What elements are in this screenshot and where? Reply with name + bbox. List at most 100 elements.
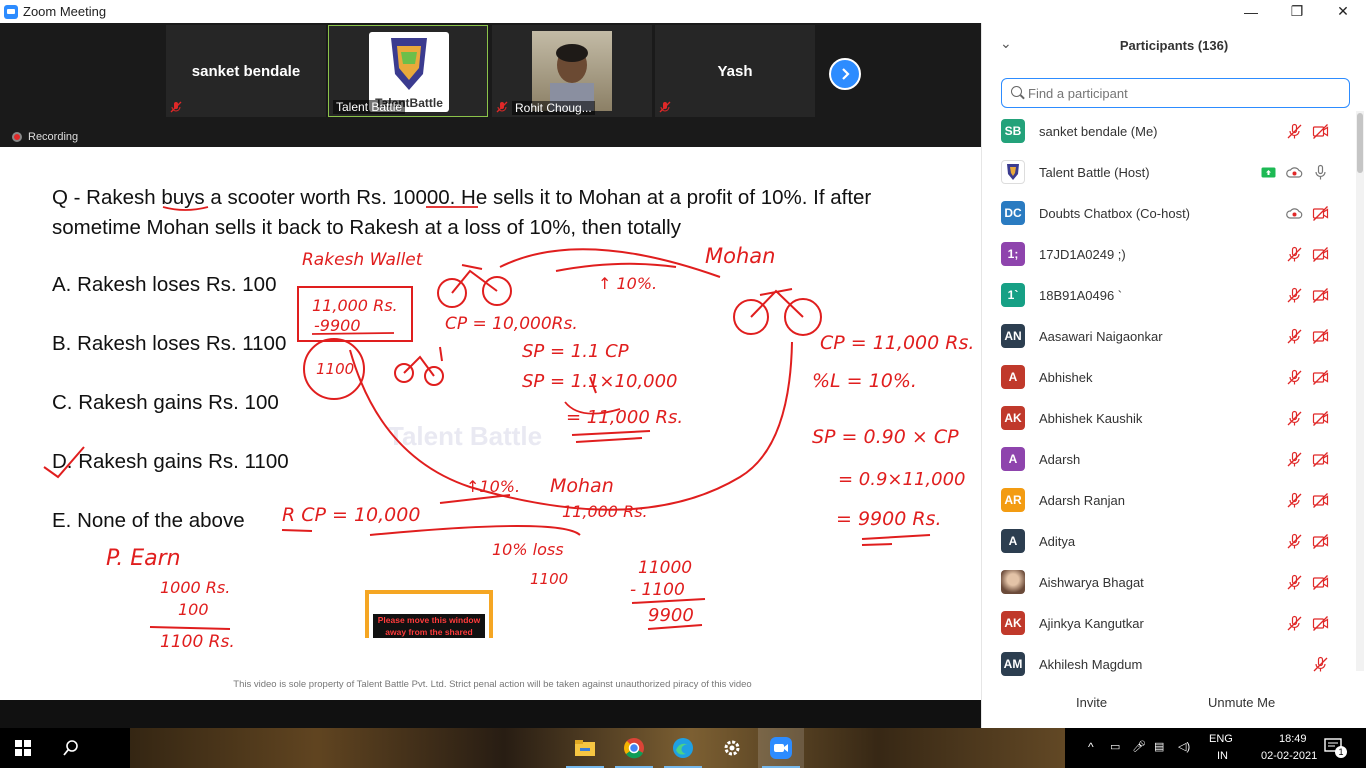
video-off-icon[interactable]: [1312, 410, 1329, 427]
mic-muted-icon: [659, 101, 671, 113]
network-icon[interactable]: ▤: [1154, 740, 1164, 753]
recording-cloud-icon[interactable]: [1286, 164, 1303, 181]
notifications-button[interactable]: 1: [1324, 738, 1347, 758]
restore-button[interactable]: ❐: [1274, 0, 1320, 23]
participant-row[interactable]: A Aditya: [982, 521, 1354, 562]
zoom-button[interactable]: [758, 728, 804, 768]
mic-muted-icon[interactable]: [1312, 656, 1329, 673]
participant-row[interactable]: 1` 18B91A0496 `: [982, 275, 1354, 316]
video-off-icon[interactable]: [1312, 369, 1329, 386]
floating-notice-window[interactable]: Please move this window away from the sh…: [365, 590, 493, 638]
avatar-initials: AR: [1001, 488, 1025, 512]
participant-row[interactable]: A Adarsh: [982, 439, 1354, 480]
scooter-drawing-1: [437, 264, 512, 308]
video-off-icon[interactable]: [1312, 246, 1329, 263]
video-tile-talent-battle[interactable]: TalentBattle Talent Battle: [328, 25, 488, 117]
participant-search[interactable]: [1001, 78, 1350, 108]
video-off-icon[interactable]: [1312, 451, 1329, 468]
search-input[interactable]: [1028, 83, 1338, 103]
search-icon: [63, 740, 78, 756]
mic-muted-icon[interactable]: [1286, 615, 1303, 632]
participant-row[interactable]: 1; 17JD1A0249 ;): [982, 234, 1354, 275]
video-tile-sanket[interactable]: sanket bendale: [166, 25, 326, 117]
file-explorer-button[interactable]: [562, 728, 608, 768]
mic-muted-icon[interactable]: [1286, 492, 1303, 509]
annotation-mohan2-amt: 11,000 Rs.: [562, 502, 648, 521]
video-off-icon[interactable]: [1312, 287, 1329, 304]
notice-text: Please move this window away from the sh…: [373, 614, 485, 638]
participant-row[interactable]: AK Abhishek Kaushik: [982, 398, 1354, 439]
recording-dot-icon: [12, 132, 22, 142]
video-tile-yash[interactable]: Yash: [655, 25, 815, 117]
participant-row[interactable]: AN Aasawari Naigaonkar: [982, 316, 1354, 357]
edge-icon: [673, 738, 693, 758]
mic-muted-icon[interactable]: [1286, 533, 1303, 550]
video-off-icon[interactable]: [1312, 574, 1329, 591]
mic-muted-icon[interactable]: [1286, 451, 1303, 468]
mic-muted-icon[interactable]: [1286, 246, 1303, 263]
recording-indicator[interactable]: Recording: [12, 131, 78, 143]
next-videos-button[interactable]: [829, 58, 861, 90]
annotation-rcp: R CP = 10,000: [282, 504, 420, 526]
tile-name: Rohit Choug...: [512, 101, 595, 115]
video-off-icon[interactable]: [1312, 615, 1329, 632]
search-button[interactable]: [48, 728, 94, 768]
annotation-cp: CP = 10,000Rs.: [445, 314, 578, 334]
tray-overflow-icon[interactable]: ^: [1088, 740, 1094, 754]
avatar-initials: 1`: [1001, 283, 1025, 307]
start-button[interactable]: [0, 728, 46, 768]
video-off-icon[interactable]: [1312, 492, 1329, 509]
video-off-icon[interactable]: [1312, 328, 1329, 345]
annotation-wallet-1: 11,000 Rs.: [312, 296, 398, 315]
lang-bottom[interactable]: IN: [1217, 750, 1228, 762]
microphone-icon[interactable]: 🎤︎: [1132, 740, 1146, 753]
avatar-initials: DC: [1001, 201, 1025, 225]
minimize-button[interactable]: —: [1228, 0, 1274, 23]
zoom-app-icon: [4, 4, 18, 19]
mic-muted-icon[interactable]: [1286, 410, 1303, 427]
mic-muted-icon[interactable]: [1286, 574, 1303, 591]
participant-row[interactable]: AR Adarsh Ranjan: [982, 480, 1354, 521]
zoom-window: Zoom Meeting — ❐ ✕ sanket bendale Talent…: [0, 0, 1366, 768]
mic-muted-icon[interactable]: [1286, 123, 1303, 140]
close-button[interactable]: ✕: [1320, 0, 1366, 23]
meeting-bottom-band: [0, 700, 981, 728]
annotation-up10: ↑ 10%.: [598, 274, 657, 293]
meet-now-icon[interactable]: ▭: [1110, 740, 1120, 753]
video-tile-rohit[interactable]: Rohit Choug...: [492, 25, 652, 117]
participant-row[interactable]: Aishwarya Bhagat: [982, 562, 1354, 603]
scrollbar-thumb[interactable]: [1357, 113, 1363, 173]
unmute-me-button[interactable]: Unmute Me: [1200, 691, 1283, 714]
scooter-drawing-2: [733, 288, 822, 336]
annotation-up10b: ↑10%.: [466, 477, 520, 496]
shared-screen: Q - Rakesh buys a scooter worth Rs. 1000…: [0, 147, 981, 700]
participant-row[interactable]: A Abhishek: [982, 357, 1354, 398]
share-screen-icon[interactable]: [1260, 164, 1277, 181]
participant-row[interactable]: Talent Battle (Host): [982, 152, 1354, 193]
participant-list-scrollbar[interactable]: [1356, 111, 1364, 671]
invite-button[interactable]: Invite: [1068, 691, 1115, 714]
recording-cloud-icon[interactable]: [1286, 205, 1303, 222]
tile-name: sanket bendale: [191, 63, 301, 80]
mic-muted-icon[interactable]: [1286, 287, 1303, 304]
participant-row[interactable]: SB sanket bendale (Me): [982, 111, 1354, 152]
chrome-button[interactable]: [611, 728, 657, 768]
mic-muted-icon[interactable]: [1286, 369, 1303, 386]
settings-button[interactable]: [709, 728, 755, 768]
mic-on-icon[interactable]: [1312, 164, 1329, 181]
lang-top[interactable]: ENG: [1209, 733, 1233, 745]
participant-name: 18B91A0496 `: [1039, 288, 1123, 303]
participant-row[interactable]: AK Ajinkya Kangutkar: [982, 603, 1354, 644]
video-off-icon[interactable]: [1312, 533, 1329, 550]
clock-time[interactable]: 18:49: [1279, 733, 1307, 745]
annotation-sub3: 9900: [648, 605, 694, 626]
volume-icon[interactable]: ◁): [1178, 740, 1190, 753]
edge-button[interactable]: [660, 728, 706, 768]
video-off-icon[interactable]: [1312, 123, 1329, 140]
participant-list: SB sanket bendale (Me) Talent Battle (Host…: [982, 111, 1354, 685]
participant-row[interactable]: DC Doubts Chatbox (Co-host): [982, 193, 1354, 234]
clock-date[interactable]: 02-02-2021: [1261, 750, 1317, 762]
mic-muted-icon[interactable]: [1286, 328, 1303, 345]
video-off-icon[interactable]: [1312, 205, 1329, 222]
participant-row[interactable]: AM Akhilesh Magdum: [982, 644, 1354, 685]
